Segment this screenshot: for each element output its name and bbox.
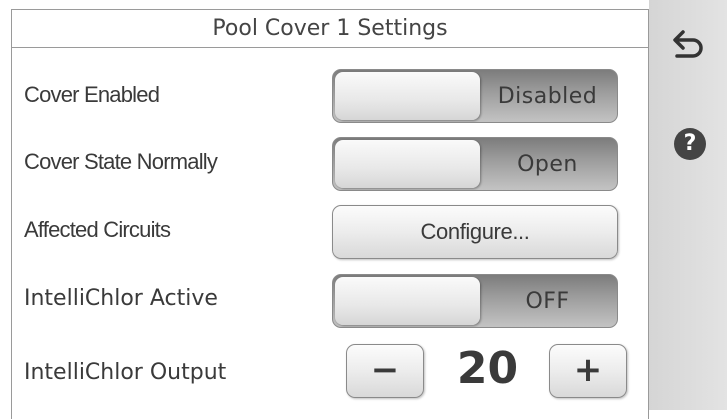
intellichlor-output-label: IntelliChlor Output	[24, 360, 227, 385]
affected-circuits-label: Affected Circuits	[24, 217, 171, 242]
intellichlor-active-toggle[interactable]: OFF	[332, 274, 618, 328]
toggle-thumb[interactable]	[335, 72, 480, 120]
intellichlor-active-label: IntelliChlor Active	[24, 286, 218, 311]
cover-enabled-toggle[interactable]: Disabled	[332, 69, 618, 123]
cover-state-label: Cover State Normally	[24, 149, 218, 174]
increment-button[interactable]: +	[549, 344, 627, 398]
configure-button[interactable]: Configure...	[332, 205, 618, 259]
back-arrow-icon[interactable]	[671, 26, 709, 64]
intellichlor-output-value: 20	[456, 343, 519, 394]
cover-enabled-label: Cover Enabled	[24, 82, 160, 107]
intellichlor-active-state: OFF	[525, 289, 570, 314]
cover-enabled-state: Disabled	[497, 84, 598, 109]
toggle-thumb[interactable]	[335, 277, 480, 325]
sidebar: ?	[649, 0, 727, 410]
page-title: Pool Cover 1 Settings	[12, 10, 648, 48]
decrement-button[interactable]: −	[346, 344, 424, 398]
cover-state-toggle[interactable]: Open	[332, 137, 618, 191]
cover-state-value: Open	[517, 152, 578, 177]
help-icon[interactable]: ?	[674, 128, 706, 160]
toggle-thumb[interactable]	[335, 140, 480, 188]
